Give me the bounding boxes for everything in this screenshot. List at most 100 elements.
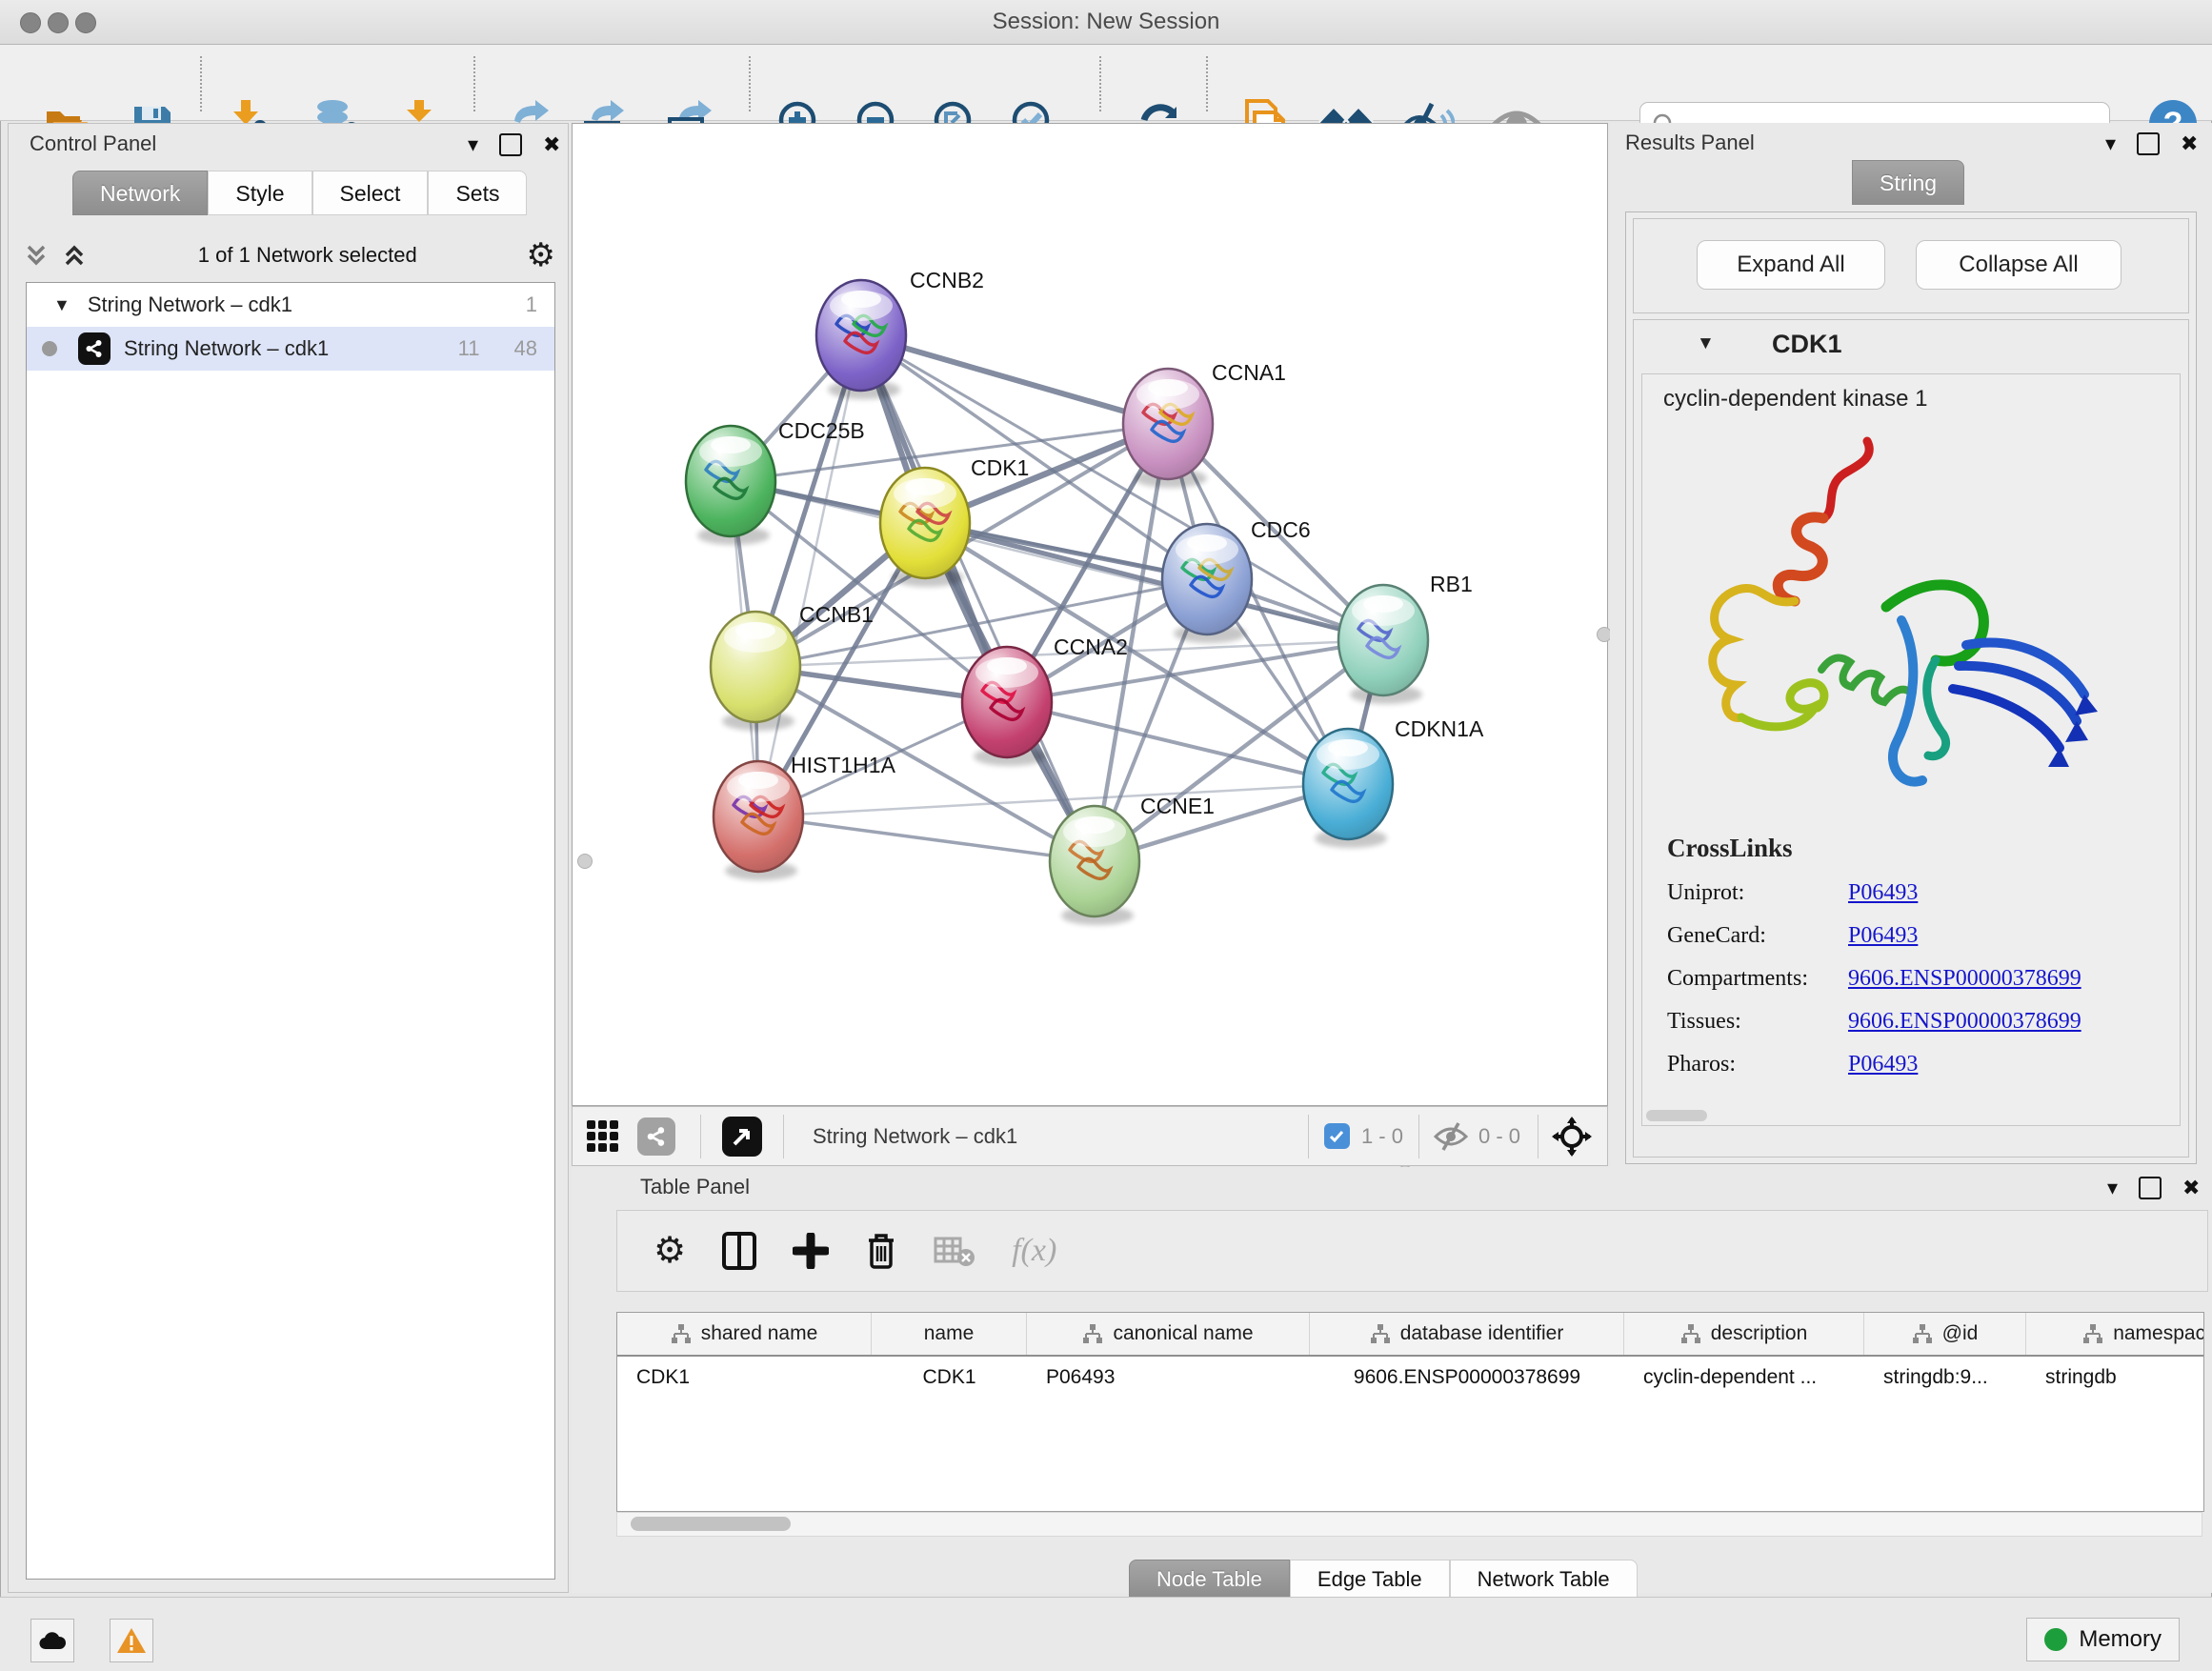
column-header-database-identifier[interactable]: database identifier [1310, 1313, 1624, 1355]
table-cell[interactable]: cyclin-dependent ... [1624, 1366, 1864, 1389]
column-header-name[interactable]: name [872, 1313, 1027, 1355]
network-row[interactable]: String Network – cdk1 11 48 [27, 327, 554, 371]
crosslink-link[interactable]: P06493 [1848, 923, 1918, 949]
control-panel-title: Control Panel [30, 131, 156, 156]
edge-CCNA2-CDKN1A[interactable] [1007, 702, 1348, 784]
crosslink-link[interactable]: 9606.ENSP00000378699 [1848, 966, 2081, 992]
collapse-all-button[interactable]: Collapse All [1916, 240, 2122, 290]
tab-sets[interactable]: Sets [428, 171, 527, 215]
panel-close-icon[interactable]: ✖ [543, 134, 560, 155]
crosslink-label: Uniprot: [1667, 880, 1848, 906]
cloud-status-button[interactable] [30, 1619, 74, 1662]
expand-all-icon[interactable] [60, 241, 89, 270]
current-network-dot [42, 341, 57, 356]
warning-button[interactable] [110, 1619, 153, 1662]
tab-edge-table[interactable]: Edge Table [1290, 1560, 1450, 1598]
memory-status-dot [2044, 1628, 2067, 1651]
detach-view-icon[interactable] [722, 1117, 762, 1157]
collection-count: 1 [526, 292, 537, 317]
edge-CCNB2-CCNA1[interactable] [861, 335, 1168, 424]
birds-eye-icon[interactable] [1552, 1117, 1592, 1157]
table-panel: Table Panel ▾ ✖ ⚙ f(x) shared [572, 1167, 2212, 1593]
table-cell[interactable]: CDK1 [872, 1366, 1027, 1389]
column-header-description[interactable]: description [1624, 1313, 1864, 1355]
column-header-shared-name[interactable]: shared name [617, 1313, 872, 1355]
node-label-CCNB2: CCNB2 [910, 268, 984, 292]
panel-menu-icon[interactable]: ▾ [2107, 1178, 2118, 1198]
tab-style[interactable]: Style [208, 171, 312, 215]
panel-menu-icon[interactable]: ▾ [468, 134, 478, 155]
node-HIST1H1A[interactable]: HIST1H1A [714, 753, 896, 872]
table-settings-icon[interactable]: ⚙ [654, 1233, 686, 1269]
crosslink-row: Tissues:9606.ENSP00000378699 [1667, 1009, 2180, 1035]
crosslink-link[interactable]: 9606.ENSP00000378699 [1848, 1009, 2081, 1035]
table-cell[interactable]: 9606.ENSP00000378699 [1310, 1366, 1624, 1389]
collapse-all-icon[interactable] [22, 241, 50, 270]
panel-close-icon[interactable]: ✖ [2182, 1178, 2200, 1198]
node-CCNB2[interactable]: CCNB2 [816, 268, 984, 391]
panel-float-icon[interactable] [499, 133, 522, 156]
section-collapse-icon[interactable]: ▼ [1697, 333, 1715, 354]
edge-CCNB2-HIST1H1A[interactable] [758, 335, 861, 816]
node-CDKN1A[interactable]: CDKN1A [1303, 716, 1484, 839]
table-header-row: shared namenamecanonical namedatabase id… [617, 1313, 2203, 1357]
crosslink-link[interactable]: P06493 [1848, 1052, 1918, 1077]
edge-CCNB2-CCNE1[interactable] [861, 335, 1095, 861]
column-header-canonical-name[interactable]: canonical name [1027, 1313, 1310, 1355]
tab-node-table[interactable]: Node Table [1129, 1560, 1290, 1598]
crosslink-label: Pharos: [1667, 1052, 1848, 1077]
selected-checkbox-icon[interactable] [1324, 1123, 1350, 1149]
network-graph[interactable]: CCNB2CCNA1CDC25BCDK1CDC6RB1CCNB1CCNA2CDK… [573, 124, 1607, 1105]
node-RB1[interactable]: RB1 [1338, 572, 1473, 695]
horizontal-scrollbar[interactable] [1646, 1110, 1707, 1121]
node-CCNA2[interactable]: CCNA2 [962, 634, 1128, 757]
network-collection-row[interactable]: ▼ String Network – cdk1 1 [27, 283, 554, 327]
table-cell[interactable]: P06493 [1027, 1366, 1310, 1389]
tab-string[interactable]: String [1852, 160, 1964, 205]
panel-close-icon[interactable]: ✖ [2181, 133, 2198, 154]
table-cell[interactable]: stringdb:9... [1864, 1366, 2026, 1389]
add-column-icon[interactable] [793, 1233, 829, 1269]
tree-column-icon [1680, 1323, 1701, 1344]
panel-menu-icon[interactable]: ▾ [2105, 133, 2116, 154]
memory-button[interactable]: Memory [2026, 1618, 2180, 1661]
expand-all-button[interactable]: Expand All [1697, 240, 1885, 290]
column-header-namespace[interactable]: namespace [2026, 1313, 2204, 1355]
node-label-CCNB1: CCNB1 [799, 602, 874, 627]
show-columns-icon[interactable] [722, 1232, 756, 1270]
grid-view-icon[interactable] [586, 1119, 620, 1154]
splitter-handle[interactable] [577, 854, 593, 869]
network-overview-icon[interactable] [637, 1117, 675, 1156]
tree-column-icon [1082, 1323, 1103, 1344]
table-toolbar: ⚙ f(x) [616, 1210, 2208, 1292]
tab-network[interactable]: Network [72, 171, 208, 215]
table-cell[interactable]: CDK1 [617, 1366, 872, 1389]
node-label-CDK1: CDK1 [971, 455, 1029, 480]
table-scrollbar-track[interactable] [616, 1512, 2202, 1537]
column-label: @id [1942, 1322, 1979, 1345]
panel-float-icon[interactable] [2139, 1177, 2162, 1199]
column-label: namespace [2113, 1322, 2204, 1345]
edge-HIST1H1A-CCNE1[interactable] [758, 816, 1095, 861]
table-scrollbar-thumb[interactable] [631, 1517, 791, 1531]
crosslinks-list: Uniprot:P06493GeneCard:P06493Compartment… [1642, 880, 2180, 1077]
tab-select[interactable]: Select [312, 171, 429, 215]
crosslink-row: Pharos:P06493 [1667, 1052, 2180, 1077]
toolbar-separator [1206, 56, 1208, 111]
memory-label: Memory [2079, 1626, 2162, 1653]
title-bar: Session: New Session [0, 0, 2212, 45]
crosslink-link[interactable]: P06493 [1848, 880, 1918, 906]
node-CCNE1[interactable]: CCNE1 [1050, 794, 1215, 916]
delete-column-icon[interactable] [865, 1231, 897, 1271]
network-canvas[interactable]: CCNB2CCNA1CDC25BCDK1CDC6RB1CCNB1CCNA2CDK… [572, 123, 1608, 1106]
gear-icon[interactable]: ⚙ [527, 239, 555, 272]
main-toolbar: ? [0, 45, 2212, 121]
table-row[interactable]: CDK1CDK1P064939606.ENSP00000378699cyclin… [617, 1357, 2203, 1399]
table-cell[interactable]: stringdb [2026, 1366, 2204, 1389]
panel-float-icon[interactable] [2137, 132, 2160, 155]
table-panel-title: Table Panel [640, 1175, 750, 1199]
column-header--id[interactable]: @id [1864, 1313, 2026, 1355]
tab-network-table[interactable]: Network Table [1450, 1560, 1638, 1598]
collapse-arrow-icon[interactable]: ▼ [53, 295, 70, 315]
node-table[interactable]: shared namenamecanonical namedatabase id… [616, 1312, 2204, 1512]
